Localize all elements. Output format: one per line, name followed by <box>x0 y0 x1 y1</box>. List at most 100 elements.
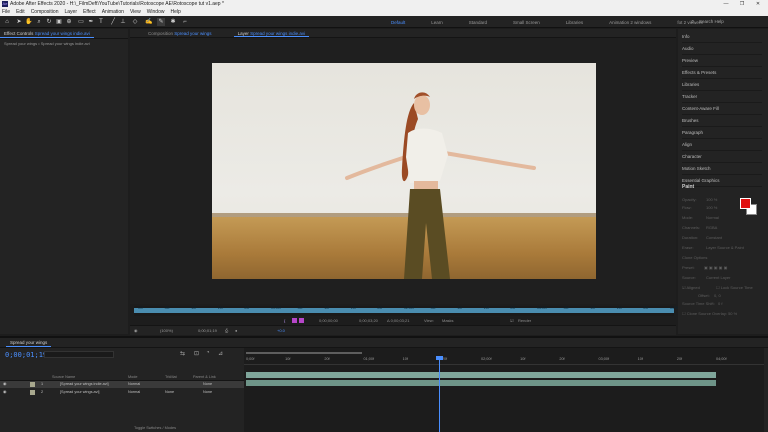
pan-behind-tool-icon[interactable]: ⊕ <box>65 18 73 26</box>
panel-content-aware-fill[interactable]: Content-Aware Fill <box>682 103 762 115</box>
tab-effect-controls[interactable]: Effect Controls Spread your wings indie.… <box>0 29 94 38</box>
rectangle-tool-icon[interactable]: ▭ <box>77 18 85 26</box>
playhead[interactable] <box>439 356 440 432</box>
refine-edge-tool-icon[interactable]: ✎ <box>157 18 165 26</box>
menu-file[interactable]: File <box>2 8 10 16</box>
layer-marker-icon[interactable] <box>299 318 304 323</box>
exposure-value[interactable]: +0.0 <box>277 326 285 336</box>
close-button[interactable]: ✕ <box>750 0 766 8</box>
work-area-bar[interactable] <box>246 352 362 354</box>
flow-value[interactable]: 100 % <box>706 205 717 210</box>
current-time[interactable]: 0;00;01;19 <box>198 326 217 336</box>
layer-2-duration-bar[interactable] <box>246 380 716 386</box>
camera-tool-icon[interactable]: ▣ <box>55 18 63 26</box>
time-ruler[interactable]: 0;00f 10f 20f 01;00f 10f 20f 02;00f 10f 20f 03;00… <box>244 356 764 365</box>
always-preview-icon[interactable]: ◉ <box>134 326 138 336</box>
workspace-small-screen[interactable]: Small Screen <box>500 20 553 25</box>
opacity-value[interactable]: 100 % <box>706 197 717 202</box>
snapshot-icon[interactable]: ⎙ <box>225 326 228 336</box>
clone-stamp-tool-icon[interactable]: ⊥ <box>119 18 127 26</box>
hand-tool-icon[interactable]: ✋ <box>25 18 33 26</box>
tab-layer[interactable]: Layer Spread your wings indie.avi <box>233 29 310 37</box>
comp-mini-flowchart-icon[interactable]: ⇆ <box>180 350 185 357</box>
timeline-tracks[interactable]: 0;00f 10f 20f 01;00f 10f 20f 02;00f 10f 20f 03;00… <box>244 348 764 432</box>
pen-tool-icon[interactable]: ✒ <box>87 18 95 26</box>
graph-editor-icon[interactable]: ⊿ <box>218 350 223 357</box>
source-dropdown[interactable]: Current Layer <box>706 275 730 280</box>
zoom-level[interactable]: (100%) <box>160 326 173 336</box>
panel-preview[interactable]: Preview <box>682 55 762 67</box>
menu-edit[interactable]: Edit <box>16 8 25 16</box>
selection-tool-icon[interactable]: ➤ <box>15 18 23 26</box>
menu-window[interactable]: Window <box>147 8 165 16</box>
zoom-tool-icon[interactable]: ⌕ <box>35 18 43 26</box>
layer-marker-icon[interactable] <box>292 318 297 323</box>
panel-effects-presets[interactable]: Effects & Presets <box>682 67 762 79</box>
workspace-standard[interactable]: Standard <box>456 20 500 25</box>
visibility-eye-icon[interactable]: ◉ <box>3 381 6 388</box>
workspace-default[interactable]: Default <box>378 20 418 25</box>
foreground-color-swatch[interactable] <box>740 198 751 209</box>
toggle-switches-modes[interactable]: Toggle Switches / Modes <box>134 426 176 430</box>
panel-paragraph[interactable]: Paragraph <box>682 127 762 139</box>
layer-row[interactable]: ◉ 1 [Spread your wings indie.avi] Normal… <box>0 381 244 388</box>
menu-view[interactable]: View <box>130 8 141 16</box>
offset-value[interactable]: 0, 0 <box>714 293 721 298</box>
puppet-tool-icon[interactable]: ✱ <box>169 18 177 26</box>
layer-1-duration-bar[interactable] <box>246 372 716 378</box>
roto-brush-tool-icon[interactable]: ✍ <box>145 18 153 26</box>
mode-dropdown[interactable]: Normal <box>128 389 140 396</box>
snapping-icon[interactable]: ⌐ <box>181 18 189 26</box>
panel-motion-sketch[interactable]: Motion Sketch <box>682 163 762 175</box>
brush-tool-icon[interactable]: ╱ <box>109 18 117 26</box>
menu-layer[interactable]: Layer <box>64 8 77 16</box>
layer-viewer[interactable] <box>130 38 676 304</box>
menu-composition[interactable]: Composition <box>31 8 59 16</box>
layer-row[interactable]: ◉ 2 [Spread your wings.avi] Normal None … <box>0 389 244 396</box>
render-checkbox[interactable]: ☑ <box>510 317 514 325</box>
search-help-input[interactable]: ⌕ Search Help <box>690 18 764 26</box>
lock-source-time-checkbox[interactable]: ☐ Lock Source Time <box>716 285 753 290</box>
maximize-button[interactable]: ❐ <box>734 0 750 8</box>
clone-overlay-checkbox[interactable]: ☐ Clone Source Overlay: 50 % <box>682 311 737 316</box>
aligned-checkbox[interactable]: ☑ Aligned <box>682 285 700 290</box>
panel-libraries[interactable]: Libraries <box>682 79 762 91</box>
minimize-button[interactable]: — <box>718 0 734 8</box>
label-color-chip[interactable] <box>30 390 35 395</box>
visibility-eye-icon[interactable]: ◉ <box>3 389 6 396</box>
workspace-libraries[interactable]: Libraries <box>553 20 596 25</box>
parent-dropdown[interactable]: None <box>203 389 212 396</box>
tab-composition[interactable]: Composition Spread your wings <box>144 29 216 37</box>
panel-tracker[interactable]: Tracker <box>682 91 762 103</box>
label-color-chip[interactable] <box>30 382 35 387</box>
rotate-tool-icon[interactable]: ↻ <box>45 18 53 26</box>
erase-dropdown[interactable]: Layer Source & Paint <box>706 245 744 250</box>
timeline-timecode[interactable]: 0;00;01;19 <box>5 351 47 359</box>
workspace-learn[interactable]: Learn <box>418 20 456 25</box>
panel-brushes[interactable]: Brushes <box>682 115 762 127</box>
workspace-animation[interactable]: Animation 2 windows <box>596 20 664 25</box>
type-tool-icon[interactable]: T <box>97 18 105 26</box>
tab-timeline-comp[interactable]: Spread your wings <box>6 338 52 347</box>
timeline-search-input[interactable] <box>44 351 114 358</box>
menu-animation[interactable]: Animation <box>102 8 124 16</box>
eraser-tool-icon[interactable]: ◇ <box>131 18 139 26</box>
panel-audio[interactable]: Audio <box>682 43 762 55</box>
panel-align[interactable]: Align <box>682 139 762 151</box>
mode-dropdown[interactable]: Normal <box>128 381 140 388</box>
show-channel-icon[interactable]: ● <box>235 326 237 336</box>
panel-info[interactable]: Info <box>682 31 762 43</box>
channels-dropdown[interactable]: RGBA <box>706 225 717 230</box>
parent-dropdown[interactable]: None <box>203 381 212 388</box>
home-icon[interactable]: ⌂ <box>3 18 11 26</box>
clone-presets[interactable]: ▣ ▣ ▣ ▣ ▣ <box>704 265 727 270</box>
mode-dropdown[interactable]: Normal <box>706 215 719 220</box>
motion-blur-icon[interactable]: ◔ <box>206 350 210 356</box>
layer-time-navigator[interactable]: 00f 05f 10f 15f 20f 01:00f 05f 10f 15f 20f 02:00f 0… <box>134 306 680 316</box>
draft-3d-icon[interactable]: ⊡ <box>194 350 199 357</box>
menu-help[interactable]: Help <box>170 8 180 16</box>
trkmat-dropdown[interactable]: None <box>165 389 174 396</box>
source-time-shift-value[interactable]: 0 f <box>718 301 722 306</box>
duration-dropdown[interactable]: Constant <box>706 235 722 240</box>
view-dropdown[interactable]: Masks <box>440 317 500 325</box>
